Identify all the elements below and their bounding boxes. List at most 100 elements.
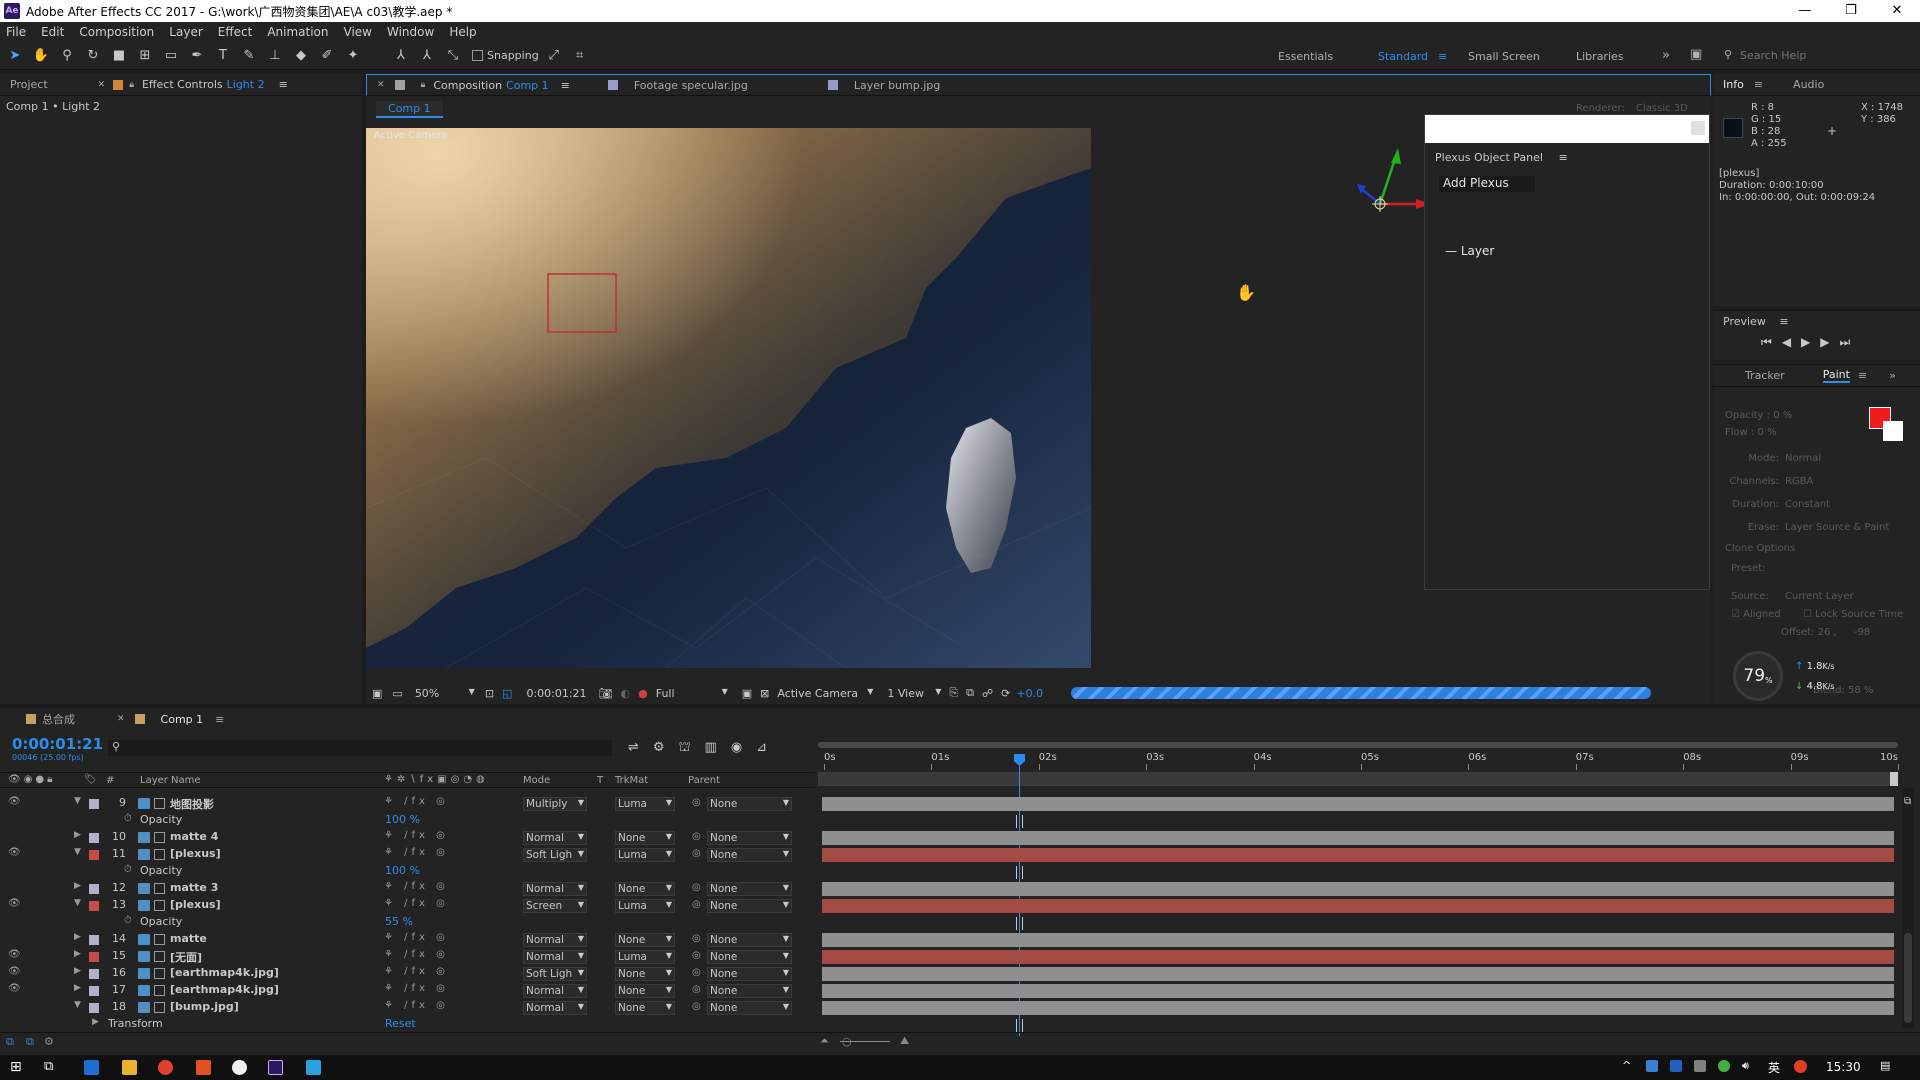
track-matte-dropdown[interactable]: None ▼ <box>615 831 675 845</box>
motion-blur-icon[interactable]: ◉ <box>731 740 756 755</box>
layer-duration-bar[interactable] <box>822 797 1894 811</box>
expand-triangle-icon[interactable]: ▶ <box>74 830 81 840</box>
work-area-end-handle[interactable] <box>1890 772 1898 786</box>
file-explorer-icon[interactable] <box>122 1060 137 1075</box>
parent-dropdown[interactable]: None ▼ <box>707 984 792 998</box>
eraser-tool-icon[interactable]: ◆ <box>290 45 312 67</box>
play-icon[interactable]: ▶ <box>1801 335 1820 349</box>
first-frame-icon[interactable]: ⏮ <box>1761 335 1782 349</box>
browser-taskbar-icon[interactable] <box>306 1060 321 1075</box>
volume-icon[interactable]: 🔊︎ <box>1742 1059 1749 1073</box>
views-dropdown[interactable]: 1 View ▼ <box>887 687 941 700</box>
transparency-grid-icon[interactable]: ⊠ <box>760 687 769 700</box>
lock-icon[interactable]: 🔒︎ <box>421 80 426 90</box>
tab-paint[interactable]: Paint <box>1822 368 1850 383</box>
duration-dropdown[interactable]: Constant <box>1785 493 1895 516</box>
snap-edges-icon[interactable]: ⤢ <box>543 45 565 67</box>
view-axis-icon[interactable]: ⤡ <box>442 45 464 67</box>
close-tab-icon[interactable]: ✕ <box>117 714 125 724</box>
parent-dropdown[interactable]: None ▼ <box>707 933 792 947</box>
parent-dropdown[interactable]: None ▼ <box>707 882 792 896</box>
aligned-checkbox[interactable]: ☑ Aligned <box>1731 609 1781 620</box>
frame-blending-icon[interactable]: ▥ <box>705 740 731 755</box>
visibility-toggle[interactable] <box>8 932 18 942</box>
layer-label-color[interactable] <box>89 884 99 894</box>
timeline-scrollbar[interactable] <box>1902 788 1914 1028</box>
pick-whip-icon[interactable]: ◎ <box>692 882 701 893</box>
expand-triangle-icon[interactable]: ▶ <box>74 966 81 976</box>
expand-triangle-icon[interactable]: ▶ <box>92 1017 99 1027</box>
expand-triangle-icon[interactable]: ▼ <box>74 1000 81 1010</box>
layer-switches-icons[interactable]: ⚘ ∕fx ◎ <box>384 830 449 841</box>
keyframe-marker[interactable] <box>1016 866 1023 879</box>
tab-footage-specular[interactable]: Footage specular.jpg <box>634 79 748 92</box>
store-app-icon[interactable] <box>84 1060 99 1075</box>
show-snapshot-icon[interactable]: ◐ <box>621 687 631 700</box>
add-plexus-button[interactable]: Add Plexus <box>1439 176 1535 192</box>
roto-brush-tool-icon[interactable]: ✐ <box>316 45 338 67</box>
pen-tool-icon[interactable]: ✒ <box>186 45 208 67</box>
comp-mini-flowchart-icon[interactable]: ⇌ <box>628 740 653 755</box>
clock[interactable]: 15:30 <box>1826 1060 1861 1074</box>
layer-name[interactable]: [bump.jpg] <box>170 1000 239 1013</box>
timeline-timecode[interactable]: 0:00:01:21 <box>12 735 103 753</box>
brush-tool-icon[interactable]: ✎ <box>238 45 260 67</box>
stopwatch-icon[interactable]: ⏱ <box>124 864 132 875</box>
layer-row[interactable]: ▶ 14 matte ⚘ ∕fx ◎ Normal ▼ None ▼ ◎ None ▼ <box>0 932 815 949</box>
chrome-icon[interactable] <box>158 1060 173 1075</box>
layer-row[interactable]: 👁︎ ▼ 13 [plexus] ⚘ ∕fx ◎ Screen ▼ Luma ▼ ◎ None ▼ <box>0 898 815 915</box>
layer-duration-bar[interactable] <box>822 950 1894 964</box>
tab-project[interactable]: Project <box>10 78 48 91</box>
visibility-toggle[interactable] <box>8 881 18 891</box>
expand-triangle-icon[interactable]: ▶ <box>74 983 81 993</box>
expand-triangle-icon[interactable]: ▼ <box>74 796 81 806</box>
menu-effect[interactable]: Effect <box>218 25 253 39</box>
hand-tool-icon[interactable]: ✋ <box>30 45 52 67</box>
menu-view[interactable]: View <box>344 25 372 39</box>
layer-duration-bar[interactable] <box>822 831 1894 845</box>
expand-triangle-icon[interactable]: ▼ <box>74 898 81 908</box>
menu-layer[interactable]: Layer <box>169 25 202 39</box>
work-area-range[interactable] <box>818 772 1898 786</box>
exposure-value[interactable]: +0.0 <box>1016 687 1043 700</box>
stopwatch-icon[interactable]: ⏱ <box>124 915 132 926</box>
tray-wechat-icon[interactable] <box>1718 1060 1730 1072</box>
stopwatch-icon[interactable]: ⏱ <box>124 813 132 824</box>
layer-row[interactable]: 👁︎ ▼ 11 [plexus] ⚘ ∕fx ◎ Soft Ligh ▼ Luma ▼ ◎ None… <box>0 847 815 864</box>
property-value[interactable]: Reset <box>385 1017 416 1030</box>
close-tab-icon[interactable]: ✕ <box>377 80 385 90</box>
property-value[interactable]: 55 % <box>385 915 413 928</box>
paint-flow[interactable]: Flow : 0 % <box>1725 424 1792 441</box>
clone-stamp-tool-icon[interactable]: ⊥ <box>264 45 286 67</box>
camera-tool-icon[interactable]: ■ <box>108 45 130 67</box>
layer-switches-icons[interactable]: ⚘ ∕fx ◎ <box>384 1000 449 1011</box>
layer-label-color[interactable] <box>89 935 99 945</box>
pick-whip-icon[interactable]: ◎ <box>692 933 701 944</box>
layer-name[interactable]: [plexus] <box>170 898 221 911</box>
pick-whip-icon[interactable]: ◎ <box>692 848 701 859</box>
timeline-menu-icon[interactable]: ≡ <box>215 713 224 726</box>
parent-dropdown[interactable]: None ▼ <box>707 848 792 862</box>
pick-whip-icon[interactable]: ◎ <box>692 797 701 808</box>
snapping-toggle[interactable]: Snapping <box>472 49 539 62</box>
layer-switches-icons[interactable]: ⚘ ∕fx ◎ <box>384 949 449 960</box>
tab-layer-bump[interactable]: Layer bump.jpg <box>854 79 940 92</box>
track-matte-dropdown[interactable]: None ▼ <box>615 1001 675 1015</box>
layer-duration-bar[interactable] <box>822 882 1894 896</box>
blend-mode-dropdown[interactable]: Multiply ▼ <box>523 797 587 811</box>
layer-duration-bar[interactable] <box>822 984 1894 998</box>
expand-triangle-icon[interactable]: ▶ <box>74 881 81 891</box>
panel-overflow-icon[interactable]: » <box>1889 369 1896 382</box>
pick-whip-icon[interactable]: ◎ <box>692 950 701 961</box>
channels-dropdown[interactable]: RGBA <box>1785 470 1895 493</box>
layer-row[interactable]: 👁︎ ▶ 17 [earthmap4k.jpg] ⚘ ∕fx ◎ Normal ▼ None ▼… <box>0 983 815 1000</box>
reset-exposure-icon[interactable]: ⟳ <box>1001 687 1010 700</box>
monitor-icon[interactable]: ▭ <box>392 687 402 700</box>
track-matte-dropdown[interactable]: None ▼ <box>615 933 675 947</box>
region-of-interest-icon[interactable]: ▣ <box>372 687 382 700</box>
tray-expand-icon[interactable]: ^ <box>1622 1059 1631 1072</box>
blend-mode-dropdown[interactable]: Normal ▼ <box>523 1001 587 1015</box>
start-icon[interactable]: ⊞ <box>10 1059 22 1075</box>
layer-duration-bar[interactable] <box>822 933 1894 947</box>
menu-animation[interactable]: Animation <box>267 25 328 39</box>
